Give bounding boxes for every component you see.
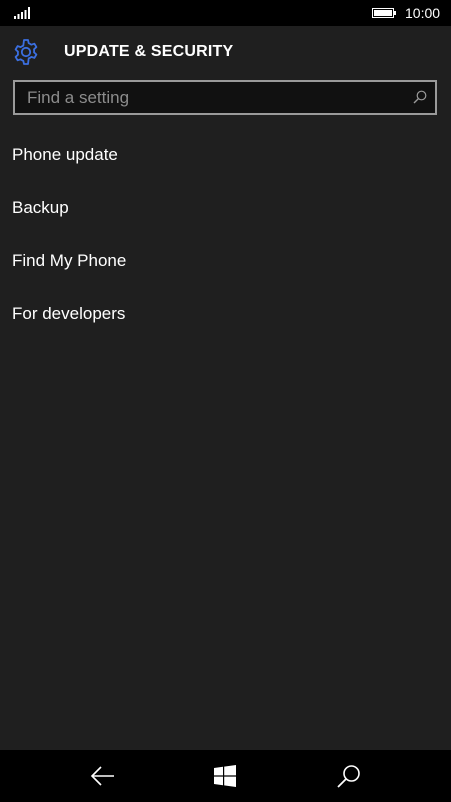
battery-icon (372, 8, 396, 18)
page-header: UPDATE & SECURITY (0, 26, 451, 80)
signal-bars-icon (14, 7, 30, 19)
status-bar: 10:00 (0, 0, 451, 26)
menu-item-label: Phone update (12, 145, 118, 164)
search-input[interactable] (15, 82, 417, 113)
menu-item-backup[interactable]: Backup (0, 181, 451, 234)
search-icon[interactable] (336, 763, 362, 789)
back-arrow-icon[interactable] (90, 763, 116, 789)
search-icon[interactable] (413, 90, 427, 104)
windows-logo-icon[interactable] (212, 763, 238, 789)
menu-item-for-developers[interactable]: For developers (0, 287, 451, 340)
menu-item-label: For developers (12, 304, 126, 323)
gear-icon (14, 39, 38, 65)
navigation-bar (0, 750, 451, 802)
settings-list: Phone update Backup Find My Phone For de… (0, 128, 451, 340)
menu-item-find-my-phone[interactable]: Find My Phone (0, 234, 451, 287)
menu-item-phone-update[interactable]: Phone update (0, 128, 451, 181)
menu-item-label: Find My Phone (12, 251, 127, 270)
page-title: UPDATE & SECURITY (64, 43, 234, 60)
status-time: 10:00 (405, 5, 441, 21)
search-box[interactable] (13, 80, 437, 115)
menu-item-label: Backup (12, 198, 69, 217)
